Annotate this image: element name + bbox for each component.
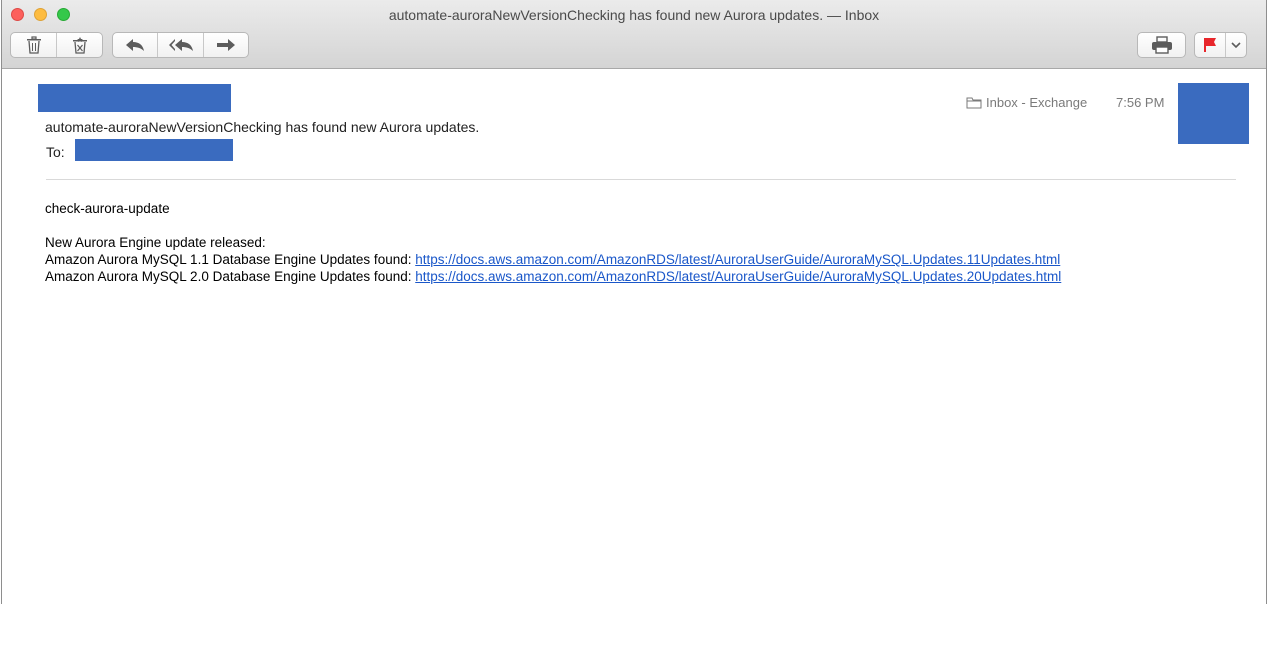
to-label: To:: [46, 144, 65, 160]
window-title: automate-auroraNewVersionChecking has fo…: [388, 7, 880, 23]
message-view: automate-auroraNewVersionChecking has fo…: [2, 69, 1266, 604]
trash-icon: [26, 36, 41, 54]
junk-button[interactable]: [57, 33, 102, 57]
update-1-text: Amazon Aurora MySQL 1.1 Database Engine …: [45, 252, 416, 267]
reply-forward-group: [112, 32, 249, 58]
update-line-2: Amazon Aurora MySQL 2.0 Database Engine …: [45, 268, 1061, 285]
forward-icon: [217, 39, 235, 51]
redacted-avatar: [1178, 83, 1249, 144]
update-2-text: Amazon Aurora MySQL 2.0 Database Engine …: [45, 269, 416, 284]
body-line: check-aurora-update: [45, 201, 170, 216]
chevron-down-icon: [1231, 42, 1241, 49]
mailbox-label: Inbox - Exchange: [986, 95, 1088, 110]
body-line: New Aurora Engine update released:: [45, 235, 266, 250]
message-body: check-aurora-update New Aurora Engine up…: [45, 200, 1061, 285]
reply-icon: [126, 39, 144, 51]
folder-icon: [966, 97, 982, 108]
delete-button[interactable]: [11, 33, 57, 57]
printer-icon: [1151, 36, 1172, 54]
update-1-link[interactable]: https://docs.aws.amazon.com/AmazonRDS/la…: [415, 252, 1060, 267]
flag-menu-button[interactable]: [1226, 33, 1246, 57]
update-2-link[interactable]: https://docs.aws.amazon.com/AmazonRDS/la…: [415, 269, 1061, 284]
mail-window: automate-auroraNewVersionChecking has fo…: [1, 0, 1267, 604]
flag-button[interactable]: [1195, 33, 1226, 57]
reply-button[interactable]: [113, 33, 158, 57]
reply-all-button[interactable]: [158, 33, 204, 57]
flag-icon: [1204, 38, 1216, 52]
delete-junk-group: [10, 32, 103, 58]
update-line-1: Amazon Aurora MySQL 1.1 Database Engine …: [45, 251, 1061, 268]
print-group: [1137, 32, 1186, 58]
redacted-sender: [38, 84, 231, 112]
flag-group: [1194, 32, 1247, 58]
print-button[interactable]: [1138, 33, 1185, 57]
title-bar[interactable]: automate-auroraNewVersionChecking has fo…: [2, 0, 1266, 69]
junk-icon: [72, 37, 87, 54]
mailbox-location[interactable]: Inbox - Exchange: [966, 95, 1087, 110]
reply-all-icon: [168, 39, 193, 51]
header-divider: [46, 179, 1236, 180]
redacted-recipient: [75, 139, 233, 161]
message-time: 7:56 PM: [1116, 95, 1165, 110]
forward-button[interactable]: [204, 33, 248, 57]
message-subject: automate-auroraNewVersionChecking has fo…: [45, 119, 480, 135]
